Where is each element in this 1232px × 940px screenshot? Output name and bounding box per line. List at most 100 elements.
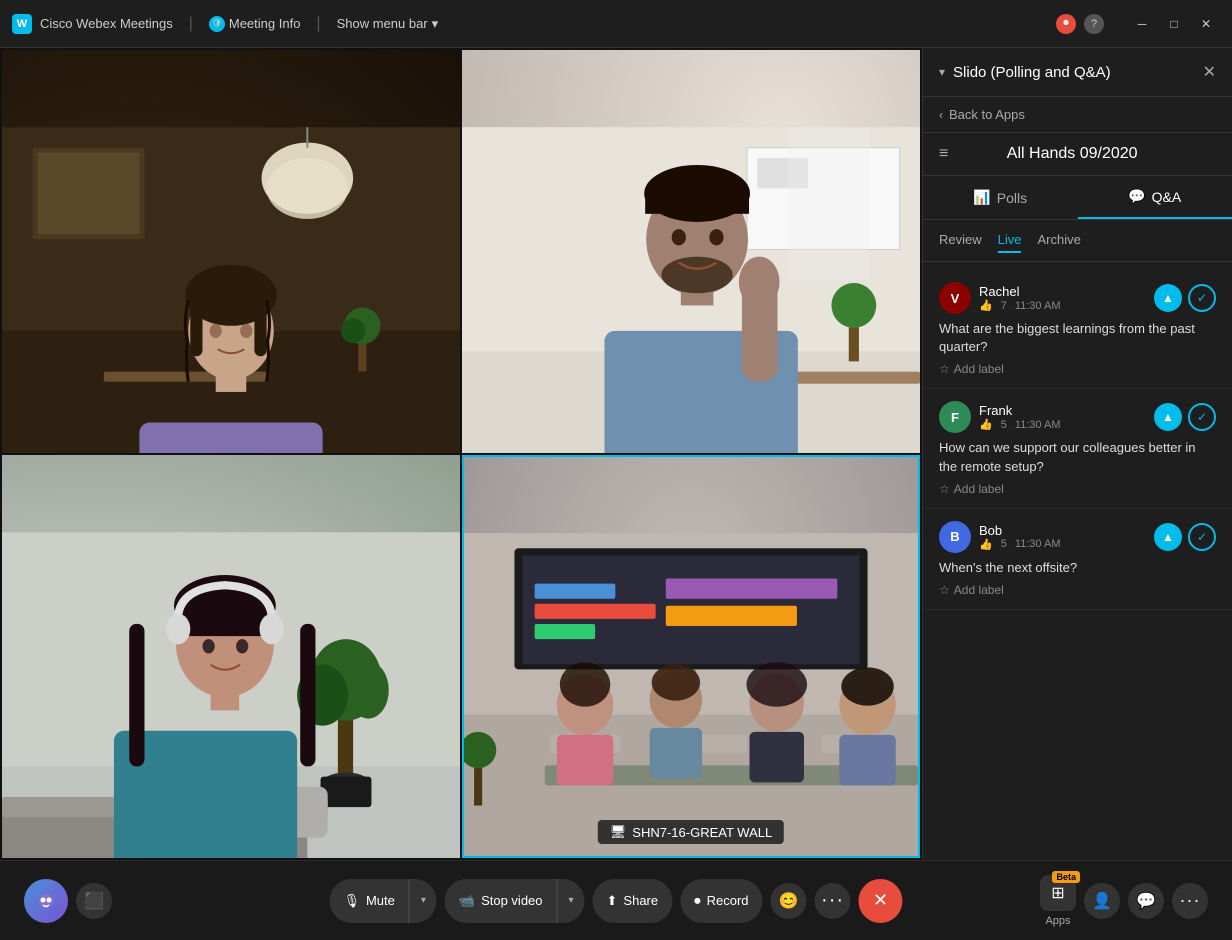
show-menu-button[interactable]: Show menu bar ▾ — [337, 16, 439, 32]
add-label-bob[interactable]: ☆ Add label — [939, 583, 1216, 597]
toolbar: ⬛ 🎙 Mute ▾ 📹 Stop video ▾ ⬆ Share — [0, 860, 1232, 940]
video-cell-2 — [462, 50, 920, 453]
add-label-text-rachel: Add label — [954, 362, 1004, 376]
star-icon-1: ☆ — [939, 362, 950, 376]
approve-frank[interactable]: ✓ — [1188, 403, 1216, 431]
star-icon-3: ☆ — [939, 583, 950, 597]
more-right-button[interactable]: ··· — [1172, 883, 1208, 919]
subtab-review[interactable]: Review — [939, 228, 982, 253]
help-button[interactable]: ? — [1084, 14, 1104, 34]
close-button[interactable]: ✕ — [1192, 10, 1220, 38]
tab-polls[interactable]: 📊 Polls — [923, 176, 1078, 219]
avatar-initial-rachel: V — [951, 291, 960, 306]
qa-actions-frank: ▲ ✓ — [1154, 403, 1216, 431]
recording-indicator: ⏺ — [1056, 14, 1076, 34]
polls-icon: 📊 — [973, 189, 990, 206]
more-icon: ··· — [821, 889, 844, 912]
webex-logo-icon: W — [12, 14, 32, 34]
app-name-label: Cisco Webex Meetings — [40, 16, 173, 31]
qa-question-frank: How can we support our colleagues better… — [939, 439, 1216, 475]
minimize-button[interactable]: ─ — [1128, 10, 1156, 38]
mic-icon: 🎙 — [343, 893, 360, 909]
avatar-initial-bob: B — [950, 529, 959, 544]
stop-video-label: Stop video — [481, 893, 542, 908]
main-content: 🖥 SHN7-16-GREAT WALL ▾ Slido (Polling an… — [0, 48, 1232, 860]
slido-meeting-header: ≡ All Hands 09/2020 — [923, 133, 1232, 176]
slido-meeting-name: All Hands 09/2020 — [1007, 145, 1138, 163]
video-grid: 🖥 SHN7-16-GREAT WALL — [0, 48, 922, 860]
add-label-text-bob: Add label — [954, 583, 1004, 597]
upvote-frank[interactable]: ▲ — [1154, 403, 1182, 431]
avatar-initial-frank: F — [951, 410, 959, 425]
reactions-button[interactable]: 😊 — [771, 883, 807, 919]
subtab-live[interactable]: Live — [998, 228, 1022, 253]
qa-name-bob: Bob — [979, 523, 1146, 538]
room-name-text: SHN7-16-GREAT WALL — [632, 825, 772, 840]
avatar-rachel: V — [939, 282, 971, 314]
caption-button[interactable]: ⬛ — [76, 883, 112, 919]
thumbs-up-icon-3: 👍 — [979, 538, 993, 551]
qa-subtabs: Review Live Archive — [923, 220, 1232, 262]
qa-actions-rachel: ▲ ✓ — [1154, 284, 1216, 312]
video-icon: 📹 — [459, 893, 475, 909]
mute-chevron[interactable]: ▾ — [409, 879, 437, 923]
upvote-rachel[interactable]: ▲ — [1154, 284, 1182, 312]
chat-button[interactable]: 💬 — [1128, 883, 1164, 919]
qa-icon: 💬 — [1128, 188, 1145, 205]
reaction-icon: 😊 — [779, 891, 799, 911]
qa-actions-bob: ▲ ✓ — [1154, 523, 1216, 551]
show-menu-label: Show menu bar — [337, 16, 428, 31]
participants-button[interactable]: 👤 — [1084, 883, 1120, 919]
title-divider-2: | — [316, 15, 320, 33]
review-label: Review — [939, 232, 982, 247]
record-button[interactable]: ⏺ Record — [680, 879, 762, 923]
room-name-label: 🖥 SHN7-16-GREAT WALL — [598, 820, 784, 844]
qa-item-bob: B Bob 👍 5 11:30 AM ▲ ✓ — [923, 509, 1232, 610]
archive-label: Archive — [1037, 232, 1080, 247]
video-feed-2 — [462, 50, 920, 453]
end-call-button[interactable]: ✕ — [859, 879, 903, 923]
avatar-frank: F — [939, 401, 971, 433]
caption-icon: ⬛ — [84, 891, 104, 911]
share-button[interactable]: ⬆ Share — [593, 879, 673, 923]
upvote-bob[interactable]: ▲ — [1154, 523, 1182, 551]
ai-assistant-button[interactable] — [24, 879, 68, 923]
slido-close-button[interactable]: ✕ — [1203, 62, 1216, 82]
slido-header: ▾ Slido (Polling and Q&A) ✕ — [923, 48, 1232, 97]
add-label-frank[interactable]: ☆ Add label — [939, 482, 1216, 496]
monitor-icon: 🖥 — [610, 824, 627, 840]
record-label: Record — [707, 893, 749, 908]
video-chevron[interactable]: ▾ — [557, 879, 585, 923]
toolbar-right: ⊞ Beta Apps 👤 💬 ··· — [1040, 875, 1208, 927]
back-to-apps-button[interactable]: ‹ Back to Apps — [923, 97, 1232, 133]
qa-tab-label: Q&A — [1152, 189, 1182, 205]
more-options-button[interactable]: ··· — [815, 883, 851, 919]
record-icon: ⏺ — [694, 893, 701, 909]
slido-title: ▾ Slido (Polling and Q&A) — [939, 64, 1111, 81]
qa-name-frank: Frank — [979, 403, 1146, 418]
approve-bob[interactable]: ✓ — [1188, 523, 1216, 551]
video-cell-1 — [2, 50, 460, 453]
mute-button-group: 🎙 Mute ▾ — [329, 879, 436, 923]
tab-qa[interactable]: 💬 Q&A — [1078, 176, 1232, 219]
subtab-archive[interactable]: Archive — [1037, 228, 1080, 253]
meeting-info-button[interactable]: 🛡 Meeting Info — [209, 16, 301, 32]
maximize-button[interactable]: □ — [1160, 10, 1188, 38]
qa-question-rachel: What are the biggest learnings from the … — [939, 320, 1216, 356]
stop-video-button-group: 📹 Stop video ▾ — [445, 879, 585, 923]
thumbs-up-icon-2: 👍 — [979, 418, 993, 431]
mute-label: Mute — [366, 893, 395, 908]
approve-rachel[interactable]: ✓ — [1188, 284, 1216, 312]
beta-badge: Beta — [1052, 871, 1080, 883]
qa-item-rachel: V Rachel 👍 7 11:30 AM ▲ ✓ — [923, 270, 1232, 389]
qa-item-frank: F Frank 👍 5 11:30 AM ▲ ✓ — [923, 389, 1232, 508]
title-divider-1: | — [189, 15, 193, 33]
hamburger-icon[interactable]: ≡ — [939, 145, 948, 163]
mute-button[interactable]: 🎙 Mute — [329, 879, 408, 923]
apps-button[interactable]: ⊞ Beta Apps — [1040, 875, 1076, 927]
stop-video-button[interactable]: 📹 Stop video — [445, 879, 557, 923]
polls-tab-label: Polls — [997, 190, 1027, 206]
share-icon: ⬆ — [607, 893, 618, 909]
add-label-rachel[interactable]: ☆ Add label — [939, 362, 1216, 376]
video-feed-3 — [2, 455, 460, 858]
